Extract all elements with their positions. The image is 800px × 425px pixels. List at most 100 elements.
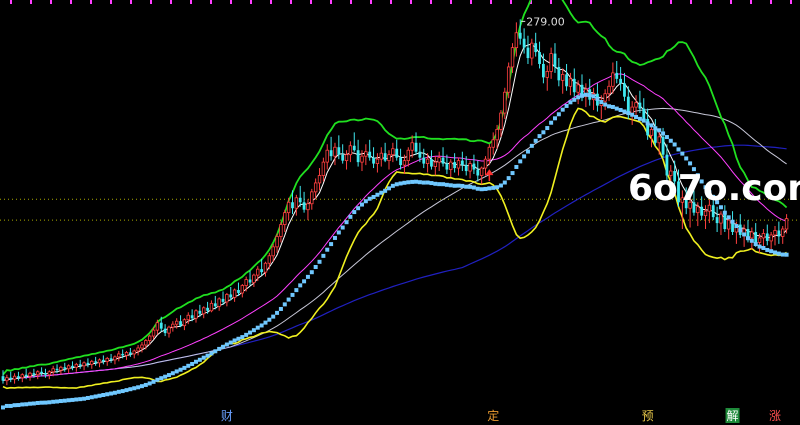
candle-body xyxy=(491,139,495,148)
chart-panel[interactable]: 279.00 6o7o.com 财 定 预 解 涨 xyxy=(0,0,800,425)
candle-body xyxy=(568,78,573,87)
dot-point xyxy=(224,342,229,347)
dot-point xyxy=(506,176,511,181)
candle-body xyxy=(553,53,557,67)
candle-body xyxy=(410,142,414,151)
dot-point xyxy=(344,220,349,225)
candle-body xyxy=(232,289,237,298)
lower-band-line xyxy=(2,107,787,390)
top-tick-mark xyxy=(130,0,132,4)
dot-point xyxy=(352,210,357,215)
dot-point xyxy=(556,112,561,117)
dot-point xyxy=(394,182,399,187)
dot-point xyxy=(182,365,187,370)
dot-point xyxy=(583,92,588,97)
dot-point xyxy=(35,400,40,405)
candle-body xyxy=(132,350,136,355)
dot-point xyxy=(55,399,60,404)
candle-body xyxy=(368,151,372,158)
candle-body xyxy=(209,302,214,312)
top-tick-mark xyxy=(650,0,652,4)
dot-point xyxy=(24,402,29,407)
candlestick-chart[interactable]: 279.00 6o7o.com 财 定 预 解 涨 xyxy=(0,0,800,425)
dot-point xyxy=(282,302,287,307)
dot-point xyxy=(132,386,137,391)
dot-point xyxy=(568,100,573,105)
candle-body xyxy=(174,320,179,325)
dot-point xyxy=(607,104,612,109)
candle-body xyxy=(561,73,565,81)
candle-body xyxy=(615,72,619,79)
top-tick-mark xyxy=(190,0,192,4)
dot-point xyxy=(680,151,685,156)
dot-point xyxy=(28,401,33,406)
dot-point xyxy=(178,367,183,372)
candle-body xyxy=(32,373,36,375)
top-tick-mark xyxy=(690,0,692,4)
event-marker-label: 预 xyxy=(642,409,654,423)
top-tick-mark xyxy=(350,0,352,4)
candle-body xyxy=(653,129,657,143)
dot-point xyxy=(170,371,175,376)
top-tick-mark xyxy=(290,0,292,4)
dot-point xyxy=(128,387,133,392)
top-tick-mark xyxy=(730,0,732,4)
dot-point xyxy=(580,93,584,98)
top-tick-mark xyxy=(450,0,452,4)
dot-point xyxy=(93,394,98,399)
top-tick-mark xyxy=(30,0,32,4)
candle-body xyxy=(479,167,484,176)
dot-point xyxy=(278,306,283,311)
dot-point xyxy=(549,120,554,125)
dot-point xyxy=(398,181,403,186)
candle-body xyxy=(341,154,345,161)
candle-body xyxy=(317,175,322,184)
candle-body xyxy=(78,364,82,366)
candle-body xyxy=(256,268,260,276)
top-tick-mark xyxy=(670,0,672,4)
candle-body xyxy=(522,38,526,48)
candle-body xyxy=(24,374,28,377)
candle-body xyxy=(430,159,433,167)
top-tick-mark xyxy=(50,0,52,4)
dot-point xyxy=(43,400,48,405)
dot-point xyxy=(425,180,430,185)
dot-point xyxy=(383,188,388,193)
top-tick-mark xyxy=(330,0,332,4)
dot-point xyxy=(634,114,639,119)
top-tick-mark xyxy=(150,0,152,4)
top-tick-mark xyxy=(490,0,492,4)
candle-body xyxy=(777,230,781,237)
dot-point xyxy=(456,183,461,188)
dot-point xyxy=(151,379,156,384)
candle-body xyxy=(333,146,337,157)
dot-point xyxy=(298,283,303,288)
dot-point xyxy=(414,179,419,184)
dot-point xyxy=(471,185,476,190)
candle-body xyxy=(136,347,140,352)
dot-point xyxy=(201,355,206,360)
dot-point xyxy=(518,159,523,164)
dot-point xyxy=(684,156,689,161)
dot-point xyxy=(761,246,766,251)
dot-point xyxy=(630,112,635,117)
candle-body xyxy=(715,217,719,224)
candle-body xyxy=(514,32,519,49)
top-tick-mark xyxy=(310,0,312,4)
candle-body xyxy=(399,157,402,166)
dot-point xyxy=(124,388,129,393)
candle-body xyxy=(121,353,125,356)
dot-point xyxy=(591,94,596,99)
candle-body xyxy=(402,160,407,166)
top-tick-mark xyxy=(750,0,752,4)
candle-body xyxy=(449,161,453,170)
candle-body xyxy=(406,149,410,162)
dot-point xyxy=(545,126,550,131)
dot-point xyxy=(39,400,44,405)
top-tick-mark xyxy=(210,0,212,4)
dot-point xyxy=(244,332,249,337)
candle-body xyxy=(9,377,13,380)
candle-body xyxy=(294,197,299,209)
candle-body xyxy=(630,106,634,114)
candle-body xyxy=(510,47,515,68)
